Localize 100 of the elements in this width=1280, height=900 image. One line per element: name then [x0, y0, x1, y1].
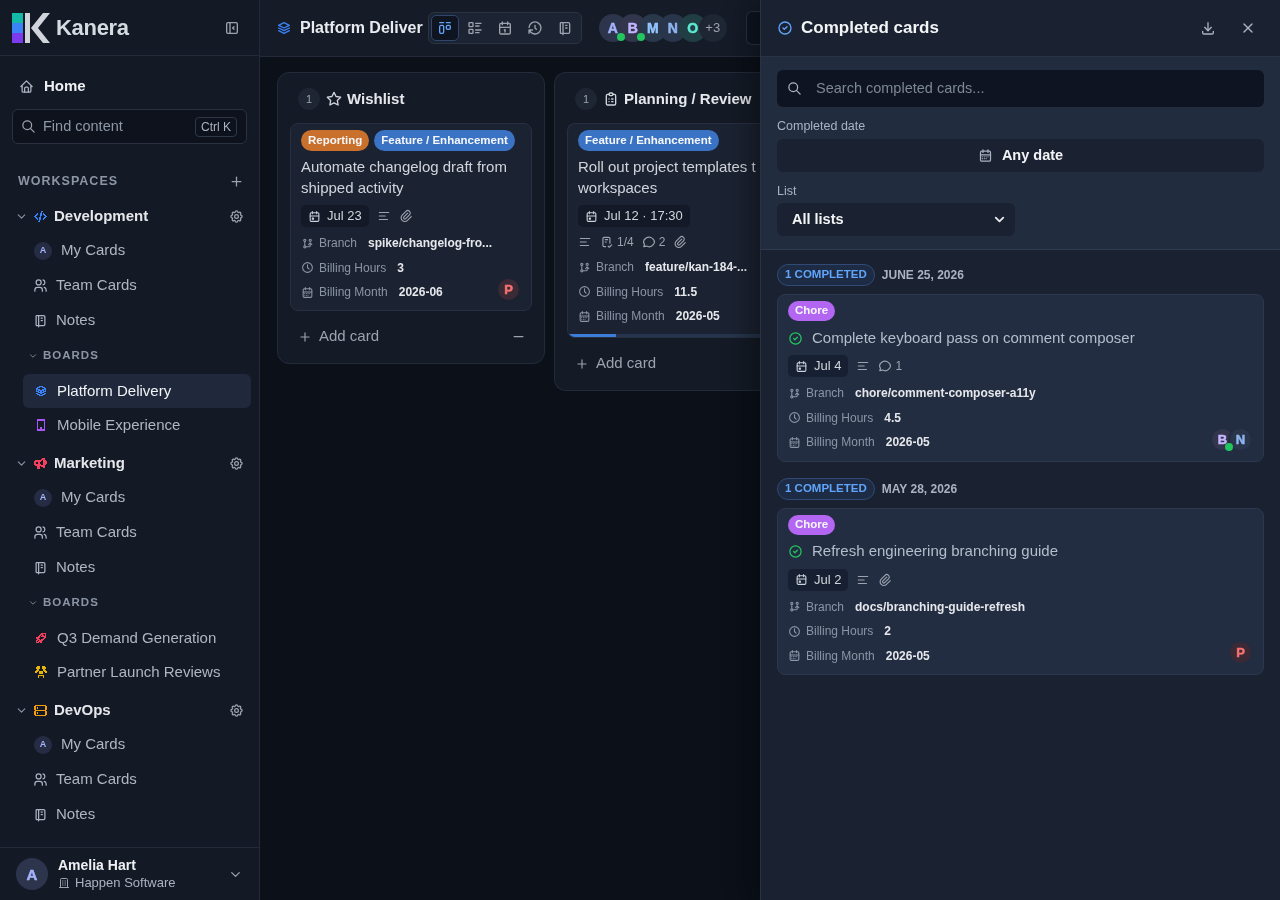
- organization-name: Happen Software: [75, 874, 176, 891]
- settings-icon: [229, 208, 244, 224]
- settings-icon: [229, 702, 244, 718]
- view-toggle[interactable]: [430, 15, 459, 41]
- search-icon: [21, 119, 36, 134]
- nav-item[interactable]: A My Cards: [0, 727, 259, 762]
- workspace-name: Development: [54, 205, 149, 226]
- board-nav-item[interactable]: Q3 Demand Generation: [23, 621, 251, 655]
- people-icon: [33, 525, 48, 540]
- nav-label: Team Cards: [56, 522, 137, 543]
- workspace-settings-button[interactable]: [229, 208, 244, 224]
- workspace-item[interactable]: Marketing: [0, 446, 229, 480]
- branch-icon: [788, 386, 801, 400]
- search-input[interactable]: Find content: [43, 115, 195, 138]
- nav-label: Notes: [56, 557, 96, 578]
- filter-label: List: [777, 183, 798, 199]
- workspace-name: DevOps: [54, 699, 111, 720]
- more-members-count[interactable]: +3: [698, 14, 727, 42]
- kanban-icon: [436, 20, 453, 36]
- due-date: Jul 2: [814, 570, 842, 589]
- card-label: Chore: [788, 514, 836, 535]
- field-value: spike/changelog-fro...: [368, 235, 493, 253]
- field-value: 2026-05: [885, 647, 930, 665]
- nav-item[interactable]: Home: [0, 69, 259, 103]
- boards-section-toggle[interactable]: BOARDS: [0, 585, 99, 621]
- nav-item[interactable]: Notes: [0, 550, 259, 585]
- nav-label: Partner Launch Reviews: [57, 661, 221, 682]
- people-icon: [33, 772, 48, 787]
- field-label: Branch: [319, 235, 358, 253]
- workspace-item[interactable]: Development: [0, 199, 229, 233]
- search-bar[interactable]: Find content Ctrl K: [12, 109, 247, 144]
- nav-item[interactable]: Notes: [0, 303, 259, 338]
- workspace-settings-button[interactable]: [229, 455, 244, 471]
- field-value: 2: [884, 623, 892, 641]
- card-title: Refresh engineering branching guide: [812, 541, 1058, 562]
- board-nav-item[interactable]: Platform Delivery: [23, 374, 251, 408]
- notebook-icon: [33, 313, 48, 328]
- avatar-initial: P: [504, 282, 513, 296]
- calendar-icon: [788, 435, 801, 449]
- plus-icon: [229, 173, 244, 189]
- nav-item[interactable]: Team Cards: [0, 515, 259, 550]
- calendar-icon: [578, 309, 591, 323]
- brand-name: Kanera: [56, 14, 129, 42]
- group-date: MAY 28, 2026: [881, 480, 958, 498]
- field-label: Billing Hours: [806, 409, 874, 427]
- home-icon: [19, 78, 34, 94]
- field-value: 2026-05: [885, 434, 930, 452]
- clock-icon: [578, 285, 591, 299]
- nav-item[interactable]: A My Cards: [0, 233, 259, 268]
- card-label: Feature / Enhancement: [578, 130, 719, 151]
- comment-icon: [878, 359, 893, 373]
- description-icon: [578, 235, 592, 249]
- completed-count: 1 COMPLETED: [777, 477, 875, 500]
- search-input[interactable]: Search completed cards...: [816, 77, 1264, 100]
- card-title: Roll out project templates t workspaces: [578, 157, 757, 198]
- nav-label: Q3 Demand Generation: [57, 627, 217, 648]
- board-nav-item[interactable]: Partner Launch Reviews: [23, 655, 251, 689]
- add-card-button[interactable]: Add card: [575, 352, 657, 375]
- avatar-initial: B: [1217, 432, 1228, 446]
- add-card-button[interactable]: Add card: [298, 325, 380, 348]
- workspace-item[interactable]: DevOps: [0, 693, 229, 727]
- completed-card[interactable]: Chore Complete keyboard pass on comment composer Jul 4 1 Branch chore/comment-composer-a11y Billing Hours 4.5 Billing Month 2026-05 B N: [777, 294, 1264, 462]
- paperclip-icon: [398, 209, 413, 223]
- nav-item[interactable]: Notes: [0, 797, 259, 832]
- field-value: feature/kan-184-...: [645, 259, 748, 277]
- branch-icon: [301, 236, 314, 250]
- list-select[interactable]: All lists: [777, 203, 1015, 236]
- nav-label: My Cards: [61, 487, 126, 508]
- task-card[interactable]: Reporting Feature / Enhancement Automate changelog draft from shipped activity Jul 23 Branch spike/changelog-fro... Billing Hours 3 Billing Month 2026-06 P: [290, 123, 532, 311]
- building-icon: [58, 876, 70, 889]
- avatar-initial: O: [687, 21, 699, 35]
- card-label: Reporting: [301, 130, 370, 151]
- nav-item[interactable]: A My Cards: [0, 480, 259, 515]
- field-value: docs/branching-guide-refresh: [855, 598, 1026, 616]
- date-filter-button[interactable]: Any date: [777, 139, 1264, 172]
- nav-label: My Cards: [61, 240, 126, 261]
- task-card[interactable]: Feature / Enhancement Roll out project templates t workspaces Jul 12 · 17:30 1/4 2 Branch feature/kan-184-... Billing Hours 11.5 Billing Month 2026-05: [567, 123, 760, 338]
- logo-mark: [12, 12, 50, 43]
- nav-item[interactable]: Team Cards: [0, 762, 259, 797]
- group-date: JUNE 25, 2026: [881, 267, 964, 284]
- nav-label: Notes: [56, 310, 96, 331]
- add-workspace-button[interactable]: [229, 173, 244, 189]
- card-title: Complete keyboard pass on comment composer: [812, 327, 1135, 348]
- completed-card[interactable]: Chore Refresh engineering branching guide Jul 2 Branch docs/branching-guide-refresh Billing Hours 2 Billing Month 2026-05 P: [777, 507, 1264, 675]
- clock-icon: [788, 624, 801, 638]
- sidebar-collapse-icon: [224, 19, 240, 36]
- nav-item[interactable]: Team Cards: [0, 268, 259, 303]
- nav-label: Notes: [56, 804, 96, 825]
- field-value: 11.5: [674, 283, 698, 301]
- nav-label: Platform Delivery: [57, 380, 172, 401]
- notebook-icon: [33, 560, 48, 575]
- workspace-settings-button[interactable]: [229, 702, 244, 718]
- column-title: Wishlist: [347, 88, 405, 109]
- check-circle-icon: [777, 20, 793, 36]
- board-nav-item[interactable]: Mobile Experience: [23, 408, 251, 442]
- boards-section-toggle[interactable]: BOARDS: [0, 338, 99, 374]
- search-bar[interactable]: Search completed cards...: [777, 70, 1264, 107]
- notebook-icon: [33, 807, 48, 822]
- avatar-initial: N: [667, 21, 678, 35]
- field-label: Billing Month: [806, 647, 875, 665]
